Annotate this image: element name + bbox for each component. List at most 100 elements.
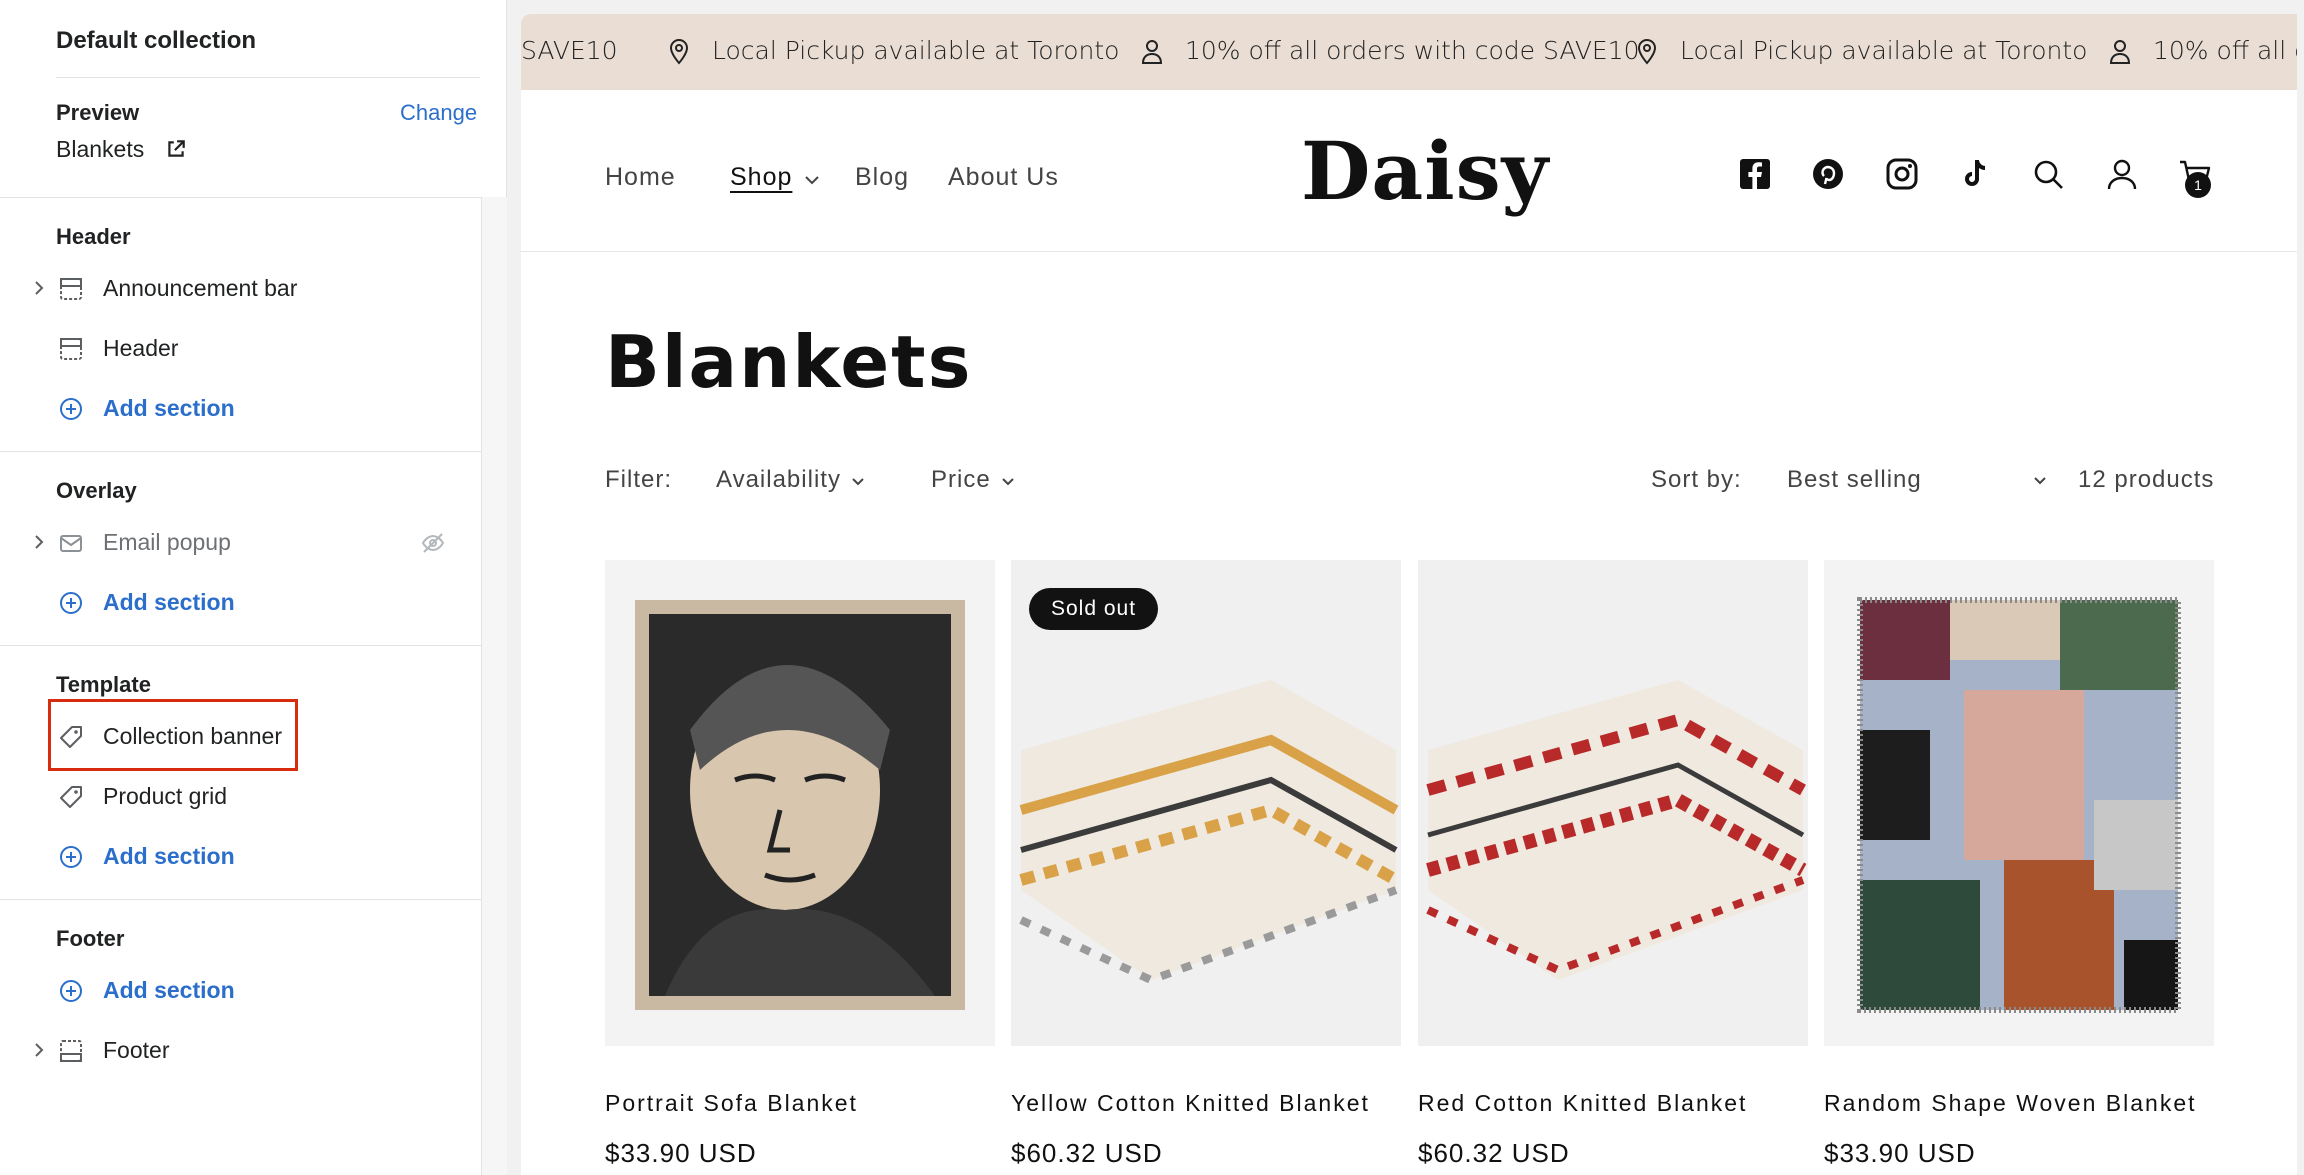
- plus-circle-icon: [60, 846, 82, 868]
- section-item-product-grid[interactable]: Product grid: [0, 774, 481, 818]
- section-group-title: Template: [56, 672, 151, 697]
- instagram-icon[interactable]: [1884, 156, 1920, 192]
- sort-select[interactable]: Best selling: [1787, 466, 2046, 494]
- sold-out-badge: Sold out: [1029, 588, 1159, 630]
- product-price: $60.32 USD: [1011, 1138, 1163, 1168]
- section-item-label: Footer: [103, 1037, 170, 1063]
- tag-icon: [60, 786, 82, 808]
- layout-header-icon: [60, 278, 82, 300]
- product-image[interactable]: [1011, 560, 1401, 1046]
- theme-editor-sidebar: Default collection Preview Change Blanke…: [0, 0, 507, 1175]
- nav-about-us[interactable]: About Us: [948, 163, 1059, 192]
- product-image[interactable]: [605, 560, 995, 1046]
- section-group-title: Overlay: [56, 478, 137, 503]
- sidebar-scrollbar[interactable]: [481, 197, 507, 1175]
- cart-count-badge: 1: [2185, 172, 2211, 198]
- selection-highlight-box: [48, 699, 298, 771]
- product-image[interactable]: [1418, 560, 1808, 1046]
- filter-price[interactable]: Price: [931, 466, 1015, 494]
- section-item-announcement-bar[interactable]: Announcement bar: [0, 266, 481, 310]
- section-item-label: Email popup: [103, 529, 231, 555]
- product-price: $33.90 USD: [1824, 1138, 1976, 1168]
- section-item-label: Announcement bar: [103, 275, 298, 301]
- chevron-down-icon: [2034, 477, 2046, 485]
- chevron-right-icon[interactable]: [32, 278, 46, 298]
- add-section-button[interactable]: Add section: [0, 968, 481, 1012]
- chevron-right-icon[interactable]: [32, 1040, 46, 1060]
- add-section-button[interactable]: Add section: [0, 580, 481, 624]
- envelope-icon: [60, 535, 82, 552]
- chevron-down-icon: [1001, 478, 1014, 486]
- location-pin-icon: [669, 39, 689, 65]
- section-item-email-popup[interactable]: Email popup: [0, 520, 481, 564]
- add-section-label: Add section: [103, 977, 235, 1003]
- product-price: $33.90 USD: [605, 1138, 757, 1168]
- section-item-footer[interactable]: Footer: [0, 1028, 481, 1072]
- product-price: $60.32 USD: [1418, 1138, 1570, 1168]
- sort-value: Best selling: [1787, 466, 1922, 493]
- nav-shop[interactable]: Shop: [730, 163, 792, 192]
- chevron-right-icon[interactable]: [32, 532, 46, 552]
- product-name[interactable]: Yellow Cotton Knitted Blanket: [1011, 1090, 1370, 1117]
- section-item-header[interactable]: Header: [0, 326, 481, 370]
- store-logo[interactable]: Daisy: [1301, 124, 1549, 218]
- nav-blog[interactable]: Blog: [855, 163, 909, 192]
- section-item-label: Header: [103, 335, 179, 361]
- announcement-text: Local Pickup available at Toronto: [712, 36, 1120, 65]
- add-section-label: Add section: [103, 589, 235, 615]
- announcement-bar: SAVE10 Local Pickup available at Toronto…: [521, 14, 2297, 90]
- sort-label: Sort by:: [1651, 466, 1742, 493]
- collection-template-title: Default collection: [56, 27, 257, 54]
- hidden-eye-icon[interactable]: [420, 530, 446, 556]
- product-name[interactable]: Portrait Sofa Blanket: [605, 1090, 858, 1117]
- overlay-group: Overlay Email popup Add section: [0, 452, 481, 646]
- product-name[interactable]: Random Shape Woven Blanket: [1824, 1090, 2197, 1117]
- filter-availability-label: Availability: [716, 466, 841, 493]
- add-section-button[interactable]: Add section: [0, 386, 481, 430]
- template-group: Template Collection banner Product grid …: [0, 646, 481, 900]
- product-name[interactable]: Red Cotton Knitted Blanket: [1418, 1090, 1747, 1117]
- filter-label: Filter:: [605, 466, 672, 493]
- announcement-text: SAVE10: [521, 36, 618, 65]
- add-section-button[interactable]: Add section: [0, 834, 481, 878]
- account-icon[interactable]: [2104, 156, 2140, 192]
- layout-footer-icon: [60, 1040, 82, 1062]
- store-preview: SAVE10 Local Pickup available at Toronto…: [507, 0, 2304, 1175]
- page-title: Blankets: [605, 320, 973, 404]
- preview-page-link[interactable]: Blankets: [56, 136, 144, 163]
- divider: [56, 77, 480, 78]
- tiktok-icon[interactable]: [1957, 156, 1993, 192]
- announcement-text: 10% off all orders with code SAVE10: [2153, 36, 2297, 65]
- pinterest-icon[interactable]: [1810, 156, 1846, 192]
- preview-label: Preview: [56, 100, 140, 125]
- filter-availability[interactable]: Availability: [716, 466, 865, 494]
- plus-circle-icon: [60, 980, 82, 1002]
- layout-header-icon: [60, 338, 82, 360]
- section-group-title: Footer: [56, 926, 125, 951]
- chevron-down-icon: [852, 478, 864, 486]
- announcement-text: 10% off all orders with code SAVE10: [1185, 36, 1640, 65]
- plus-circle-icon: [60, 592, 82, 614]
- product-count: 12 products: [2078, 466, 2215, 493]
- product-image[interactable]: [1824, 560, 2214, 1046]
- person-icon: [1141, 40, 1163, 64]
- external-link-icon[interactable]: [165, 138, 187, 160]
- add-section-label: Add section: [103, 395, 235, 421]
- preview-frame: SAVE10 Local Pickup available at Toronto…: [521, 14, 2297, 1175]
- search-icon[interactable]: [2030, 156, 2066, 192]
- section-item-label: Product grid: [103, 783, 228, 809]
- sidebar-top-panel: Default collection Preview Change Blanke…: [0, 0, 507, 198]
- facebook-icon[interactable]: [1737, 156, 1773, 192]
- location-pin-icon: [1637, 39, 1657, 65]
- change-preview-link[interactable]: Change: [400, 100, 477, 126]
- footer-group: Footer Add section Footer: [0, 900, 481, 1094]
- nav-home[interactable]: Home: [605, 163, 676, 192]
- announcement-text: Local Pickup available at Toronto: [1680, 36, 2088, 65]
- header-group: Header Announcement bar Header Add secti…: [0, 198, 481, 452]
- filter-price-label: Price: [931, 466, 991, 493]
- section-group-title: Header: [56, 224, 131, 249]
- chevron-down-icon[interactable]: [804, 174, 820, 186]
- add-section-label: Add section: [103, 843, 235, 869]
- store-header: Home Shop Blog About Us Daisy 1: [521, 90, 2297, 252]
- person-icon: [2109, 40, 2131, 64]
